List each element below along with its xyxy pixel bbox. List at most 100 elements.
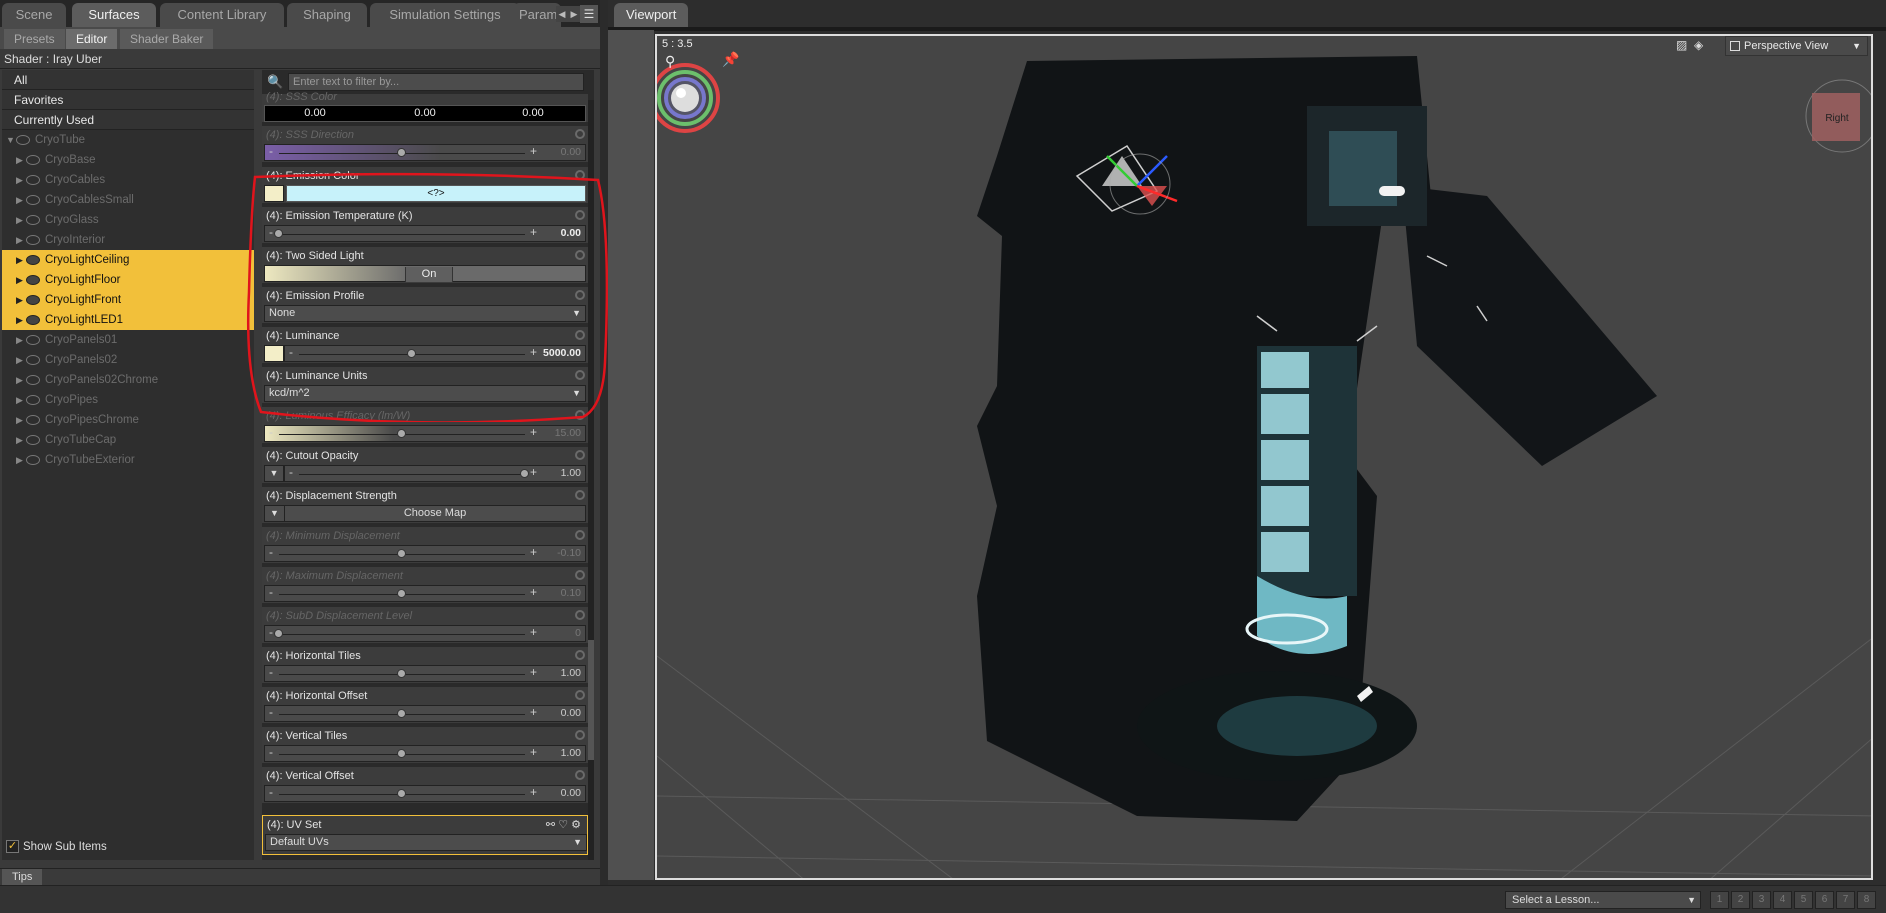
tree-item[interactable]: ▶ CryoPanels02 bbox=[2, 350, 254, 370]
lesson-select[interactable]: Select a Lesson... ▼ bbox=[1505, 891, 1701, 909]
slider-knob[interactable] bbox=[407, 349, 416, 358]
tab-scene[interactable]: Scene bbox=[2, 3, 66, 27]
expand-arrow-icon[interactable]: ▶ bbox=[16, 430, 23, 450]
prop-displacement-strength[interactable]: (4): Displacement Strength ▼ Choose Map bbox=[262, 487, 588, 525]
tree-item[interactable]: ▶ CryoLightLED1 bbox=[2, 310, 254, 330]
tree-item[interactable]: ▶ CryoTubeExterior bbox=[2, 450, 254, 470]
expand-arrow-icon[interactable]: ▶ bbox=[16, 330, 23, 350]
choose-map-button[interactable]: ▼ Choose Map bbox=[264, 505, 586, 522]
slider[interactable]: - +0 bbox=[264, 625, 586, 642]
gear-icon[interactable]: ⚙ bbox=[571, 819, 581, 831]
tree-item[interactable]: ▶ CryoCablesSmall bbox=[2, 190, 254, 210]
gear-icon[interactable] bbox=[575, 490, 585, 500]
emission-profile-select[interactable]: None ▼ bbox=[264, 305, 586, 322]
map-dropdown-icon[interactable]: ▼ bbox=[264, 465, 284, 482]
slider-knob[interactable] bbox=[520, 469, 529, 478]
gear-icon[interactable] bbox=[575, 250, 585, 260]
slider[interactable]: - +1.00 bbox=[264, 745, 586, 762]
lesson-page-button[interactable]: 3 bbox=[1752, 891, 1771, 909]
tree-item[interactable]: ▶ CryoLightCeiling bbox=[2, 250, 254, 270]
prop-emission-color[interactable]: (4): Emission Color <?> bbox=[262, 167, 588, 205]
category-all[interactable]: All bbox=[2, 70, 254, 90]
expand-arrow-icon[interactable]: ▶ bbox=[16, 270, 23, 290]
gear-icon[interactable] bbox=[575, 210, 585, 220]
expand-arrow-icon[interactable]: ▼ bbox=[6, 130, 15, 150]
slider[interactable]: - + -0.10 bbox=[264, 545, 586, 562]
gear-icon[interactable] bbox=[575, 690, 585, 700]
tab-viewport[interactable]: Viewport bbox=[614, 3, 689, 27]
prop-sss-color[interactable]: (4): SSS Color 0.00 0.00 0.00 bbox=[262, 91, 588, 124]
tree-item[interactable]: ▶ CryoCables bbox=[2, 170, 254, 190]
expand-arrow-icon[interactable]: ▶ bbox=[16, 350, 23, 370]
checkmark-icon[interactable]: ✓ bbox=[6, 840, 19, 854]
tab-surfaces[interactable]: Surfaces bbox=[72, 3, 156, 27]
slider-knob[interactable] bbox=[274, 229, 283, 238]
category-currently-used[interactable]: Currently Used bbox=[2, 110, 254, 130]
tab-shaping[interactable]: Shaping bbox=[287, 3, 367, 27]
tree-item[interactable]: ▶ CryoLightFront bbox=[2, 290, 254, 310]
expand-arrow-icon[interactable]: ▶ bbox=[16, 250, 23, 270]
property-scrollbar[interactable] bbox=[588, 100, 594, 860]
tree-item[interactable]: ▶ CryoPipes bbox=[2, 390, 254, 410]
lesson-page-button[interactable]: 4 bbox=[1773, 891, 1792, 909]
gear-icon[interactable] bbox=[575, 650, 585, 660]
pin-icon[interactable]: 📌 bbox=[722, 50, 740, 68]
luminance-swatch[interactable] bbox=[264, 345, 284, 362]
tree-item[interactable]: ▶ CryoPanels02Chrome bbox=[2, 370, 254, 390]
heart-icon[interactable]: ♡ bbox=[558, 819, 568, 831]
gear-icon[interactable] bbox=[575, 530, 585, 540]
tree-item[interactable]: ▶ CryoLightFloor bbox=[2, 270, 254, 290]
prop-luminance-units[interactable]: (4): Luminance Units kcd/m^2 ▼ bbox=[262, 367, 588, 405]
tab-content-library[interactable]: Content Library bbox=[160, 3, 284, 27]
prop-two-sided-light[interactable]: (4): Two Sided Light On bbox=[262, 247, 588, 285]
lesson-page-button[interactable]: 2 bbox=[1731, 891, 1750, 909]
prop-cutout-opacity[interactable]: (4): Cutout Opacity ▼ - +1.00 bbox=[262, 447, 588, 485]
lesson-page-button[interactable]: 6 bbox=[1815, 891, 1834, 909]
slider-knob[interactable] bbox=[397, 549, 406, 558]
prop-luminance[interactable]: (4): Luminance - +5000.00 bbox=[262, 327, 588, 365]
prop-minimum-displacement[interactable]: (4): Minimum Displacement - + -0.10 bbox=[262, 527, 588, 565]
prop-emission-profile[interactable]: (4): Emission Profile None ▼ bbox=[262, 287, 588, 325]
tree-item[interactable]: ▶ CryoGlass bbox=[2, 210, 254, 230]
expand-arrow-icon[interactable]: ▶ bbox=[16, 190, 23, 210]
expand-arrow-icon[interactable]: ▶ bbox=[16, 210, 23, 230]
slider-knob[interactable] bbox=[397, 669, 406, 678]
gear-icon[interactable] bbox=[575, 410, 585, 420]
slider-knob[interactable] bbox=[397, 709, 406, 718]
gear-icon[interactable] bbox=[575, 290, 585, 300]
gear-icon[interactable] bbox=[575, 610, 585, 620]
slider-knob[interactable] bbox=[274, 629, 283, 638]
orientation-cube[interactable]: Right bbox=[1805, 79, 1873, 153]
tab-scroll-left-icon[interactable]: ◀ bbox=[556, 6, 568, 22]
tips-tab[interactable]: Tips bbox=[2, 869, 43, 885]
tree-item[interactable]: ▶ CryoInterior bbox=[2, 230, 254, 250]
gear-icon[interactable] bbox=[575, 450, 585, 460]
prop-maximum-displacement[interactable]: (4): Maximum Displacement - +0.10 bbox=[262, 567, 588, 605]
pane-menu-icon[interactable]: ☰ bbox=[580, 5, 598, 23]
slider[interactable]: - +0.00 bbox=[264, 785, 586, 802]
slider-knob[interactable] bbox=[397, 749, 406, 758]
slider[interactable]: - +1.00 bbox=[264, 665, 586, 682]
gear-icon[interactable] bbox=[575, 570, 585, 580]
lesson-page-button[interactable]: 7 bbox=[1836, 891, 1855, 909]
prop-horizontal-offset[interactable]: (4): Horizontal Offset - +0.00 bbox=[262, 687, 588, 725]
sss-color-values[interactable]: 0.00 0.00 0.00 bbox=[264, 105, 586, 122]
tree-item[interactable]: ▶ CryoTubeCap bbox=[2, 430, 254, 450]
tree-item[interactable]: ▶ CryoPipesChrome bbox=[2, 410, 254, 430]
prop-uv-set[interactable]: (4): UV Set ⚯ ♡ ⚙ Default UVs ▼ bbox=[262, 815, 588, 855]
filter-input[interactable] bbox=[288, 73, 584, 91]
slider[interactable]: - +1.00 bbox=[284, 465, 586, 482]
view-select[interactable]: Perspective View ▼ bbox=[1725, 36, 1868, 56]
slider[interactable]: - +15.00 bbox=[264, 425, 586, 442]
tab-simulation-settings[interactable]: Simulation Settings bbox=[370, 3, 520, 27]
tree-item[interactable]: ▶ CryoPanels01 bbox=[2, 330, 254, 350]
show-sub-items-checkbox[interactable]: ✓ Show Sub Items bbox=[6, 838, 107, 856]
slider[interactable]: - +0.00 bbox=[264, 225, 586, 242]
gear-icon[interactable] bbox=[575, 129, 585, 139]
prop-sss-direction[interactable]: (4): SSS Direction - +0.00 bbox=[262, 126, 588, 164]
slider[interactable]: - +5000.00 bbox=[284, 345, 586, 362]
subtab-presets[interactable]: Presets bbox=[4, 29, 65, 49]
camera-navigation-dial[interactable] bbox=[657, 63, 720, 133]
gear-icon[interactable] bbox=[575, 330, 585, 340]
viewport-canvas[interactable]: Right ⚲ 📌 bbox=[655, 34, 1873, 880]
